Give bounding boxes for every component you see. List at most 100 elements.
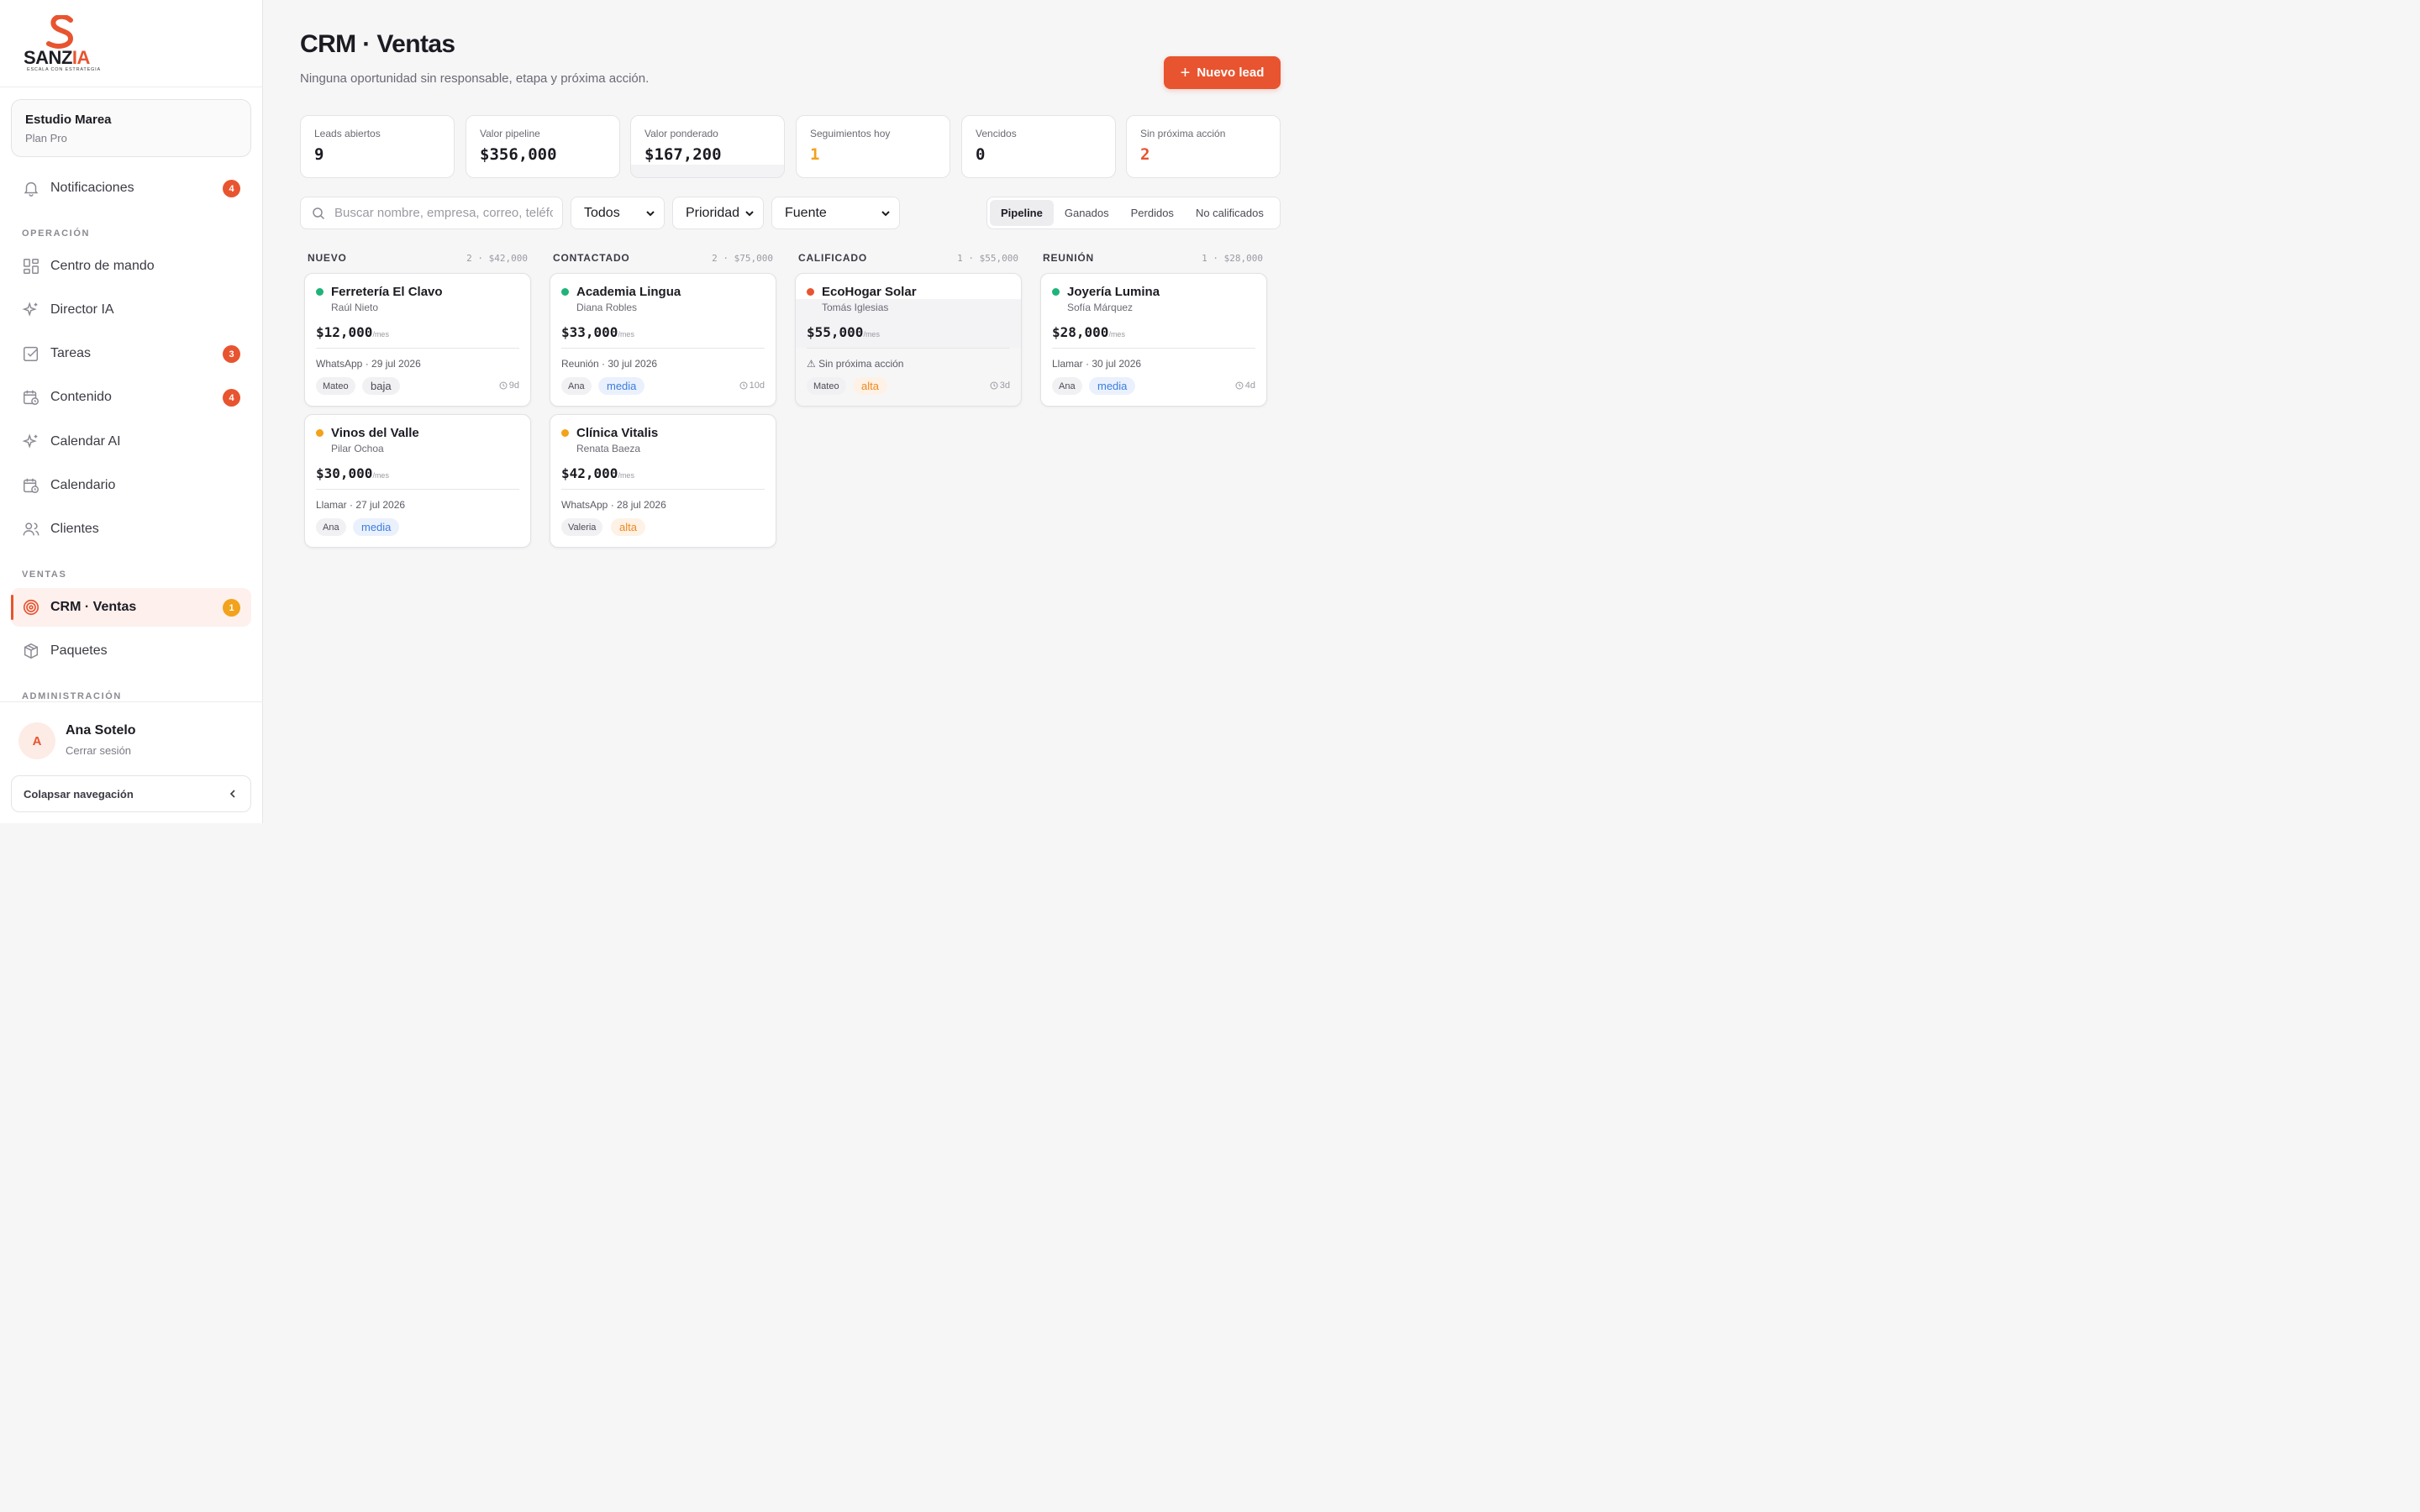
sidebar-item-paquetes[interactable]: Paquetes xyxy=(11,632,251,670)
priority-chip: media xyxy=(353,518,400,536)
page-subtitle: Ninguna oportunidad sin responsable, eta… xyxy=(300,71,650,86)
brand-logo[interactable]: SANZIA ESCALA CON ESTRATEGIA xyxy=(24,15,108,76)
collapse-nav-button[interactable]: Colapsar navegación xyxy=(11,775,251,812)
section-label-administracion: ADMINISTRACIÓN xyxy=(22,691,122,701)
sidebar-item-label: Tareas xyxy=(50,346,92,360)
kpi-label: Valor pipeline xyxy=(480,128,540,139)
priority-chip: media xyxy=(1089,377,1136,395)
lead-card[interactable]: Ferretería El Clavo Raúl Nieto $12,000/m… xyxy=(304,273,531,407)
sidebar-item-tareas[interactable]: Tareas 3 xyxy=(11,334,251,373)
calendar-clock-icon xyxy=(22,388,40,407)
column-summary: 2 · $42,000 xyxy=(466,253,528,264)
lead-age: 4d xyxy=(1235,381,1255,391)
status-dot xyxy=(561,288,569,296)
sidebar-item-calendar-ai[interactable]: Calendar AI xyxy=(11,423,251,461)
chevron-down-icon xyxy=(881,208,891,218)
column-name: CALIFICADO xyxy=(798,252,867,264)
priority-chip: media xyxy=(598,377,645,395)
tab-no-calificados[interactable]: No calificados xyxy=(1185,200,1275,226)
priority-select[interactable]: Prioridad xyxy=(672,197,764,229)
priority-select-value: Prioridad xyxy=(686,205,740,220)
clock-icon xyxy=(1235,381,1244,390)
avatar[interactable]: A xyxy=(18,722,55,759)
crm-count-badge: 1 xyxy=(223,599,240,617)
lead-company: Ferretería El Clavo xyxy=(331,285,443,299)
card-divider xyxy=(316,489,519,490)
sidebar-item-label: Calendar AI xyxy=(50,434,121,449)
sidebar-item-director-ia[interactable]: Director IA xyxy=(11,291,251,329)
lead-amount: $42,000/mes xyxy=(561,465,634,481)
owner-select-value: Todos xyxy=(584,205,620,220)
sidebar-item-label: Director IA xyxy=(50,302,114,317)
sidebar-item-label: Notificaciones xyxy=(50,181,134,195)
card-divider xyxy=(316,348,519,349)
lead-amount: $55,000/mes xyxy=(807,324,880,340)
lead-company: Joyería Lumina xyxy=(1067,285,1160,299)
sidebar-item-label: Calendario xyxy=(50,478,116,492)
sidebar-item-calendario[interactable]: Calendario xyxy=(11,466,251,505)
app-root: SANZIA ESCALA CON ESTRATEGIA Estudio Mar… xyxy=(0,0,1318,823)
brand-wordmark: SANZIA xyxy=(24,47,90,68)
sidebar-item-label: Clientes xyxy=(50,522,99,536)
lead-owner-chip: Ana xyxy=(316,518,346,536)
lead-card[interactable]: Clínica Vitalis Renata Baeza $42,000/mes… xyxy=(550,414,776,548)
lead-owner-chip: Valeria xyxy=(561,518,603,536)
column-summary: 2 · $75,000 xyxy=(712,253,773,264)
kpi-label: Valor ponderado xyxy=(644,128,718,139)
tab-pipeline[interactable]: Pipeline xyxy=(990,200,1054,226)
lead-contact: Diana Robles xyxy=(576,302,638,313)
card-divider xyxy=(807,348,1010,349)
clock-icon xyxy=(739,381,748,390)
notification-count-badge: 4 xyxy=(223,180,240,197)
source-select-value: Fuente xyxy=(785,205,827,220)
owner-select[interactable]: Todos xyxy=(571,197,665,229)
tab-perdidos[interactable]: Perdidos xyxy=(1120,200,1185,226)
lead-contact: Pilar Ochoa xyxy=(331,443,384,454)
new-lead-button[interactable]: + Nuevo lead xyxy=(1164,56,1281,89)
status-dot xyxy=(316,288,324,296)
chevron-left-icon xyxy=(227,788,239,800)
tab-ganados[interactable]: Ganados xyxy=(1054,200,1120,226)
section-label-operacion: OPERACIÓN xyxy=(22,228,91,239)
users-icon xyxy=(22,520,40,538)
search-icon xyxy=(312,207,325,220)
target-icon xyxy=(22,598,40,617)
kpi-value: 1 xyxy=(810,145,820,164)
sidebar: SANZIA ESCALA CON ESTRATEGIA Estudio Mar… xyxy=(0,0,263,823)
checkbox-icon xyxy=(22,344,40,363)
kpi-sin-proxima-accion: Sin próxima acción 2 xyxy=(1126,115,1281,178)
lead-card[interactable]: Joyería Lumina Sofía Márquez $28,000/mes… xyxy=(1040,273,1267,407)
status-dot xyxy=(807,288,814,296)
kpi-label: Leads abiertos xyxy=(314,128,381,139)
lead-amount: $30,000/mes xyxy=(316,465,389,481)
logout-link[interactable]: Cerrar sesión xyxy=(66,744,131,757)
workspace-switcher[interactable]: Estudio Marea Plan Pro xyxy=(11,99,251,157)
clock-icon xyxy=(990,381,998,390)
lead-card[interactable]: Academia Lingua Diana Robles $33,000/mes… xyxy=(550,273,776,407)
chevron-down-icon xyxy=(645,208,655,218)
kpi-vencidos: Vencidos 0 xyxy=(961,115,1116,178)
sidebar-item-clientes[interactable]: Clientes xyxy=(11,510,251,549)
user-profile: A Ana Sotelo Cerrar sesión xyxy=(18,721,245,763)
lead-company: Vinos del Valle xyxy=(331,426,419,440)
dashboard-grid-icon xyxy=(22,257,40,276)
lead-age: 10d xyxy=(739,381,765,391)
sidebar-item-centro-de-mando[interactable]: Centro de mando xyxy=(11,247,251,286)
search-input[interactable] xyxy=(334,206,553,220)
sidebar-item-notificaciones[interactable]: Notificaciones 4 xyxy=(11,169,251,207)
view-tabs: Pipeline Ganados Perdidos No calificados xyxy=(986,197,1281,229)
source-select[interactable]: Fuente xyxy=(771,197,900,229)
kpi-valor-ponderado: Valor ponderado $167,200 xyxy=(630,115,785,178)
lead-card[interactable]: Vinos del Valle Pilar Ochoa $30,000/mes … xyxy=(304,414,531,548)
kpi-value: 9 xyxy=(314,145,324,164)
lead-amount: $12,000/mes xyxy=(316,324,389,340)
new-lead-label: Nuevo lead xyxy=(1197,66,1265,80)
sidebar-item-contenido[interactable]: Contenido 4 xyxy=(11,378,251,417)
chevron-down-icon xyxy=(744,208,755,218)
lead-amount: $33,000/mes xyxy=(561,324,634,340)
sidebar-item-crm-ventas[interactable]: CRM · Ventas 1 xyxy=(11,588,251,627)
lead-owner-chip: Mateo xyxy=(807,377,846,395)
sparkles-icon xyxy=(22,433,40,451)
lead-card[interactable]: EcoHogar Solar Tomás Iglesias $55,000/me… xyxy=(795,273,1022,407)
lead-contact: Raúl Nieto xyxy=(331,302,379,313)
